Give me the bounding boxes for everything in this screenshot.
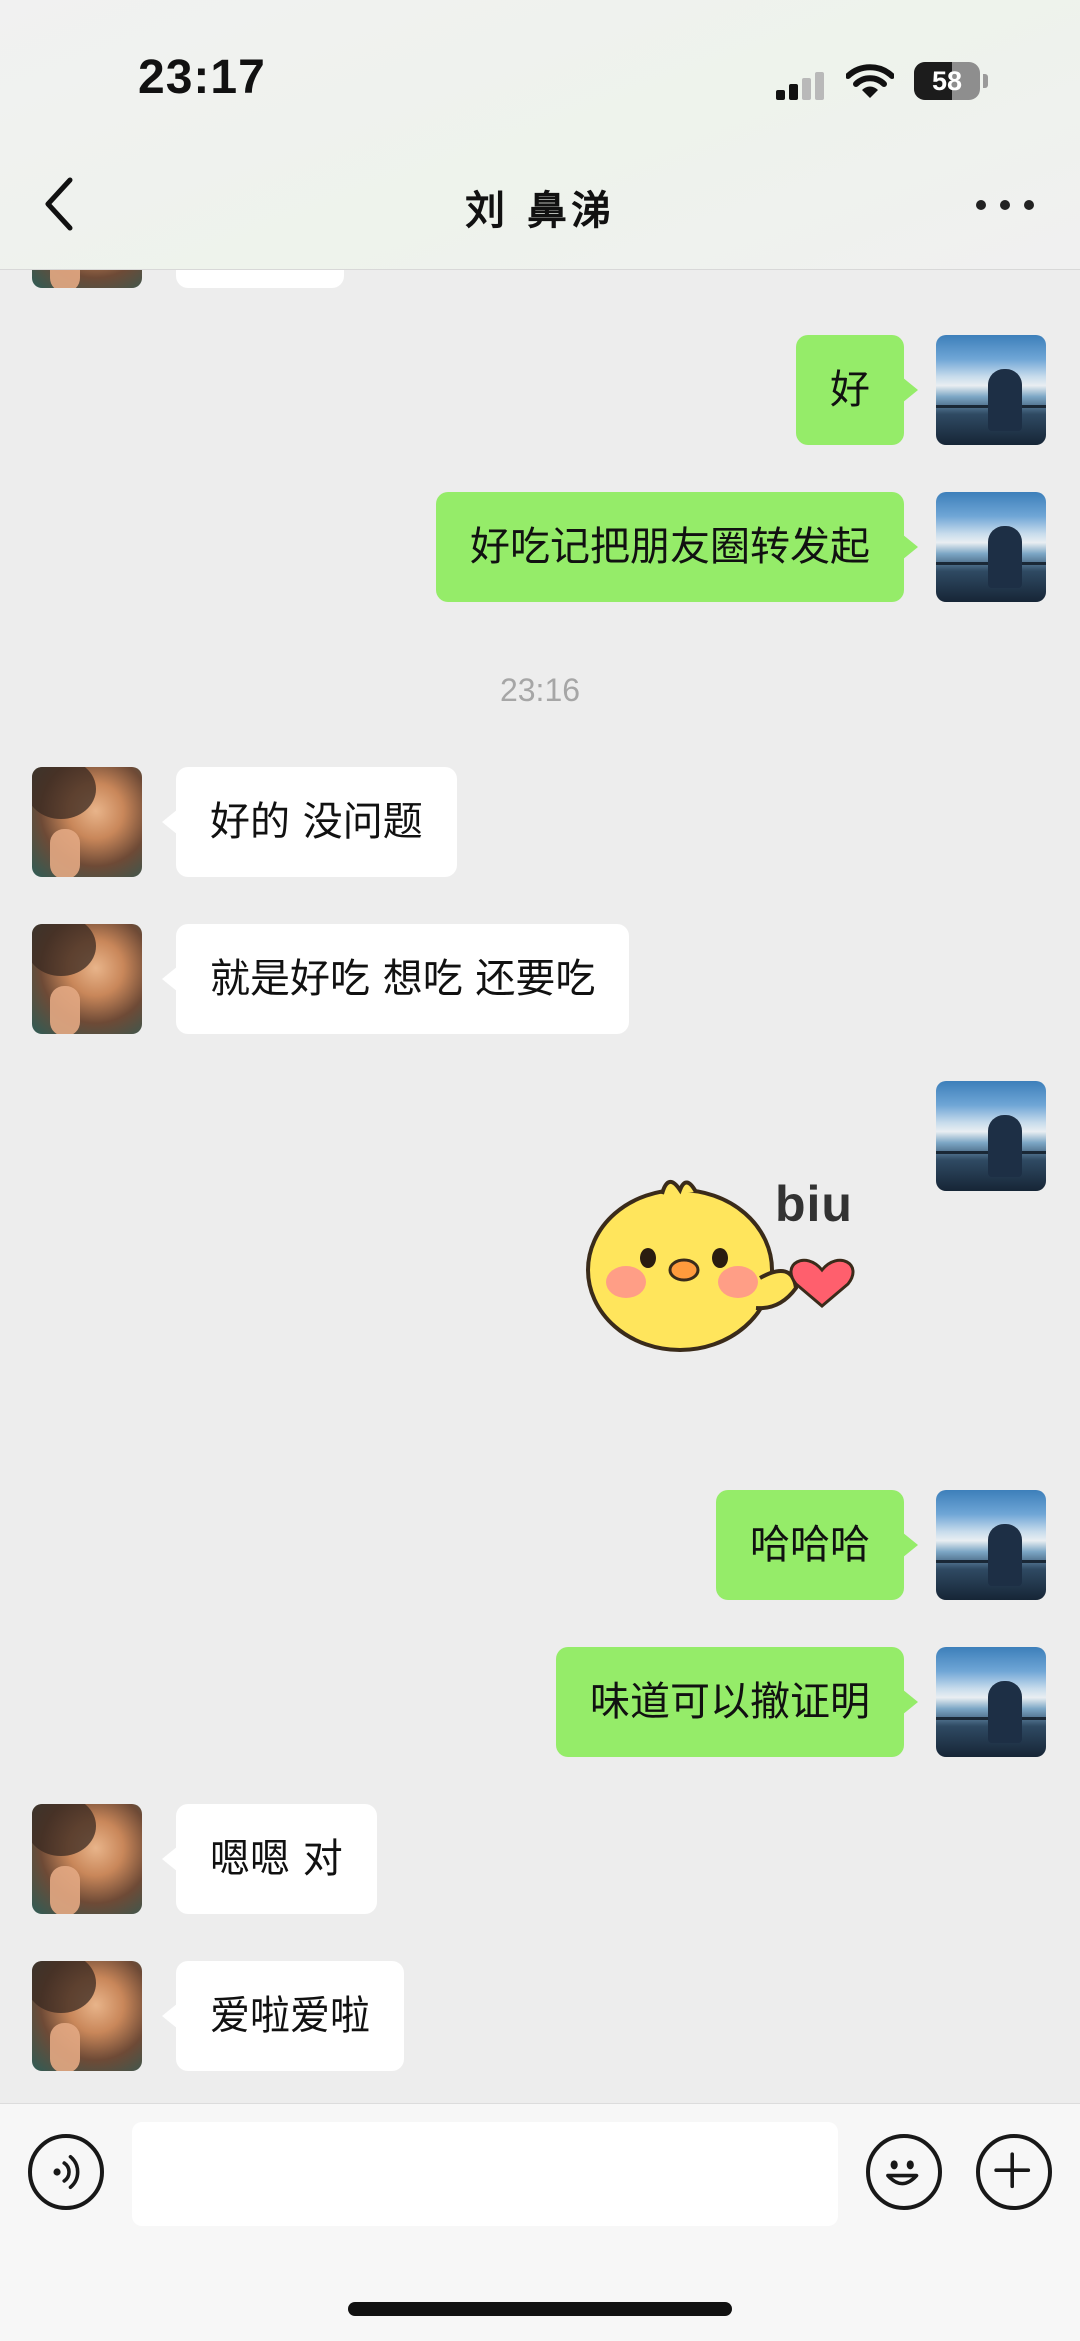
message-bubble[interactable]: 好 bbox=[796, 335, 918, 445]
my-avatar[interactable] bbox=[936, 335, 1046, 445]
message-input[interactable] bbox=[132, 2122, 838, 2226]
top-bar: 23:17 58 刘 鼻涕 bbox=[0, 0, 1080, 270]
battery-icon: 58 bbox=[914, 62, 980, 100]
message-bubble[interactable]: 味道可以撤证明 bbox=[556, 1647, 918, 1757]
message-bubble[interactable]: 就是好吃 想吃 还要吃 bbox=[161, 924, 630, 1034]
message-bubble[interactable]: 哈哈哈 bbox=[716, 1490, 918, 1600]
battery-cap bbox=[983, 74, 988, 88]
message-bubble[interactable]: 好的 没问题 bbox=[162, 767, 457, 877]
wifi-icon bbox=[846, 64, 894, 98]
home-indicator bbox=[348, 2302, 732, 2316]
contact-avatar[interactable] bbox=[32, 1804, 142, 1914]
more-horizontal-icon[interactable] bbox=[976, 198, 1036, 214]
contact-avatar[interactable] bbox=[32, 767, 142, 877]
status-time: 23:17 bbox=[138, 51, 266, 104]
my-avatar[interactable] bbox=[936, 1081, 1046, 1191]
chat-screen: 23:17 58 刘 鼻涕 好 好吃记把朋友圈转发起 23:16 好的 没问题 … bbox=[0, 0, 1080, 2341]
message-bubble[interactable]: 爱啦爱啦 bbox=[162, 1961, 404, 2071]
chat-title: 刘 鼻涕 bbox=[465, 188, 615, 234]
contact-avatar[interactable] bbox=[32, 1961, 142, 2071]
message-bubble[interactable]: 好吃记把朋友圈转发起 bbox=[436, 492, 918, 602]
my-avatar[interactable] bbox=[936, 492, 1046, 602]
my-avatar[interactable] bbox=[936, 1647, 1046, 1757]
chat-timestamp: 23:16 bbox=[499, 672, 581, 708]
my-avatar[interactable] bbox=[936, 1490, 1046, 1600]
battery-percent: 58 bbox=[931, 66, 963, 96]
emoji-icon[interactable] bbox=[866, 2134, 942, 2210]
contact-avatar[interactable] bbox=[32, 924, 142, 1034]
voice-icon[interactable] bbox=[28, 2134, 104, 2210]
message-bubble[interactable]: 嗯嗯 对 bbox=[162, 1804, 377, 1914]
cellular-signal-icon bbox=[776, 72, 826, 100]
plus-icon[interactable] bbox=[976, 2134, 1052, 2210]
sticker-caption: biu bbox=[775, 1176, 853, 1232]
